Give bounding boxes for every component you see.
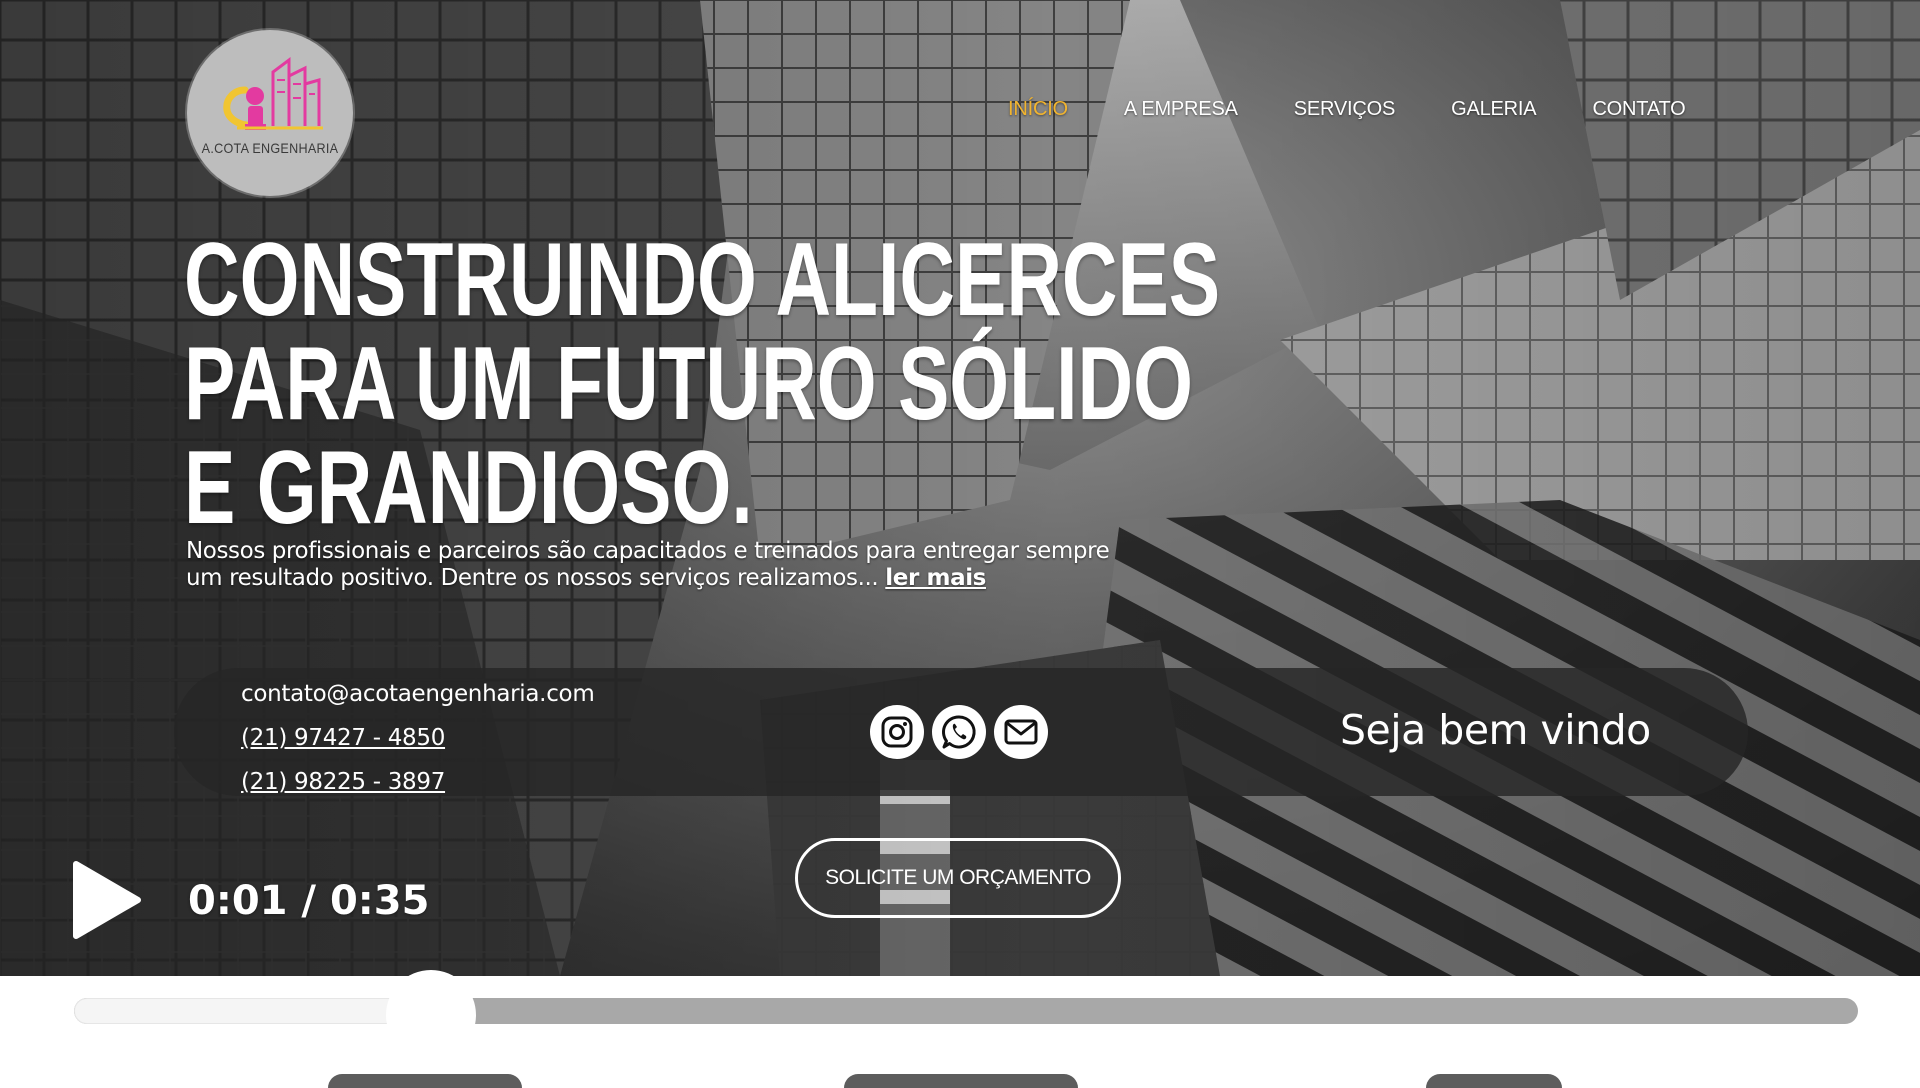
main-nav: INÍCIO A EMPRESA SERVIÇOS GALERIA CONTAT… [1008,98,1686,121]
email-button[interactable] [994,705,1048,759]
play-button[interactable] [72,860,142,944]
nav-item-servicos[interactable]: SERVIÇOS [1294,98,1396,121]
instagram-button[interactable] [870,705,924,759]
read-more-link[interactable]: ler mais [885,565,986,591]
play-icon [73,861,141,939]
logo-text: A.COTA ENGENHARIA [201,140,339,156]
hero-intro: Nossos profissionais e parceiros são cap… [186,538,1146,592]
nav-item-a-empresa[interactable]: A EMPRESA [1124,98,1238,121]
company-logo[interactable]: A.COTA ENGENHARIA [187,30,353,196]
social-links [870,705,1048,759]
headline-line-2: PARA UM FUTURO SÓLIDO [184,326,1193,442]
contact-info: contato@acotaengenharia.com (21) 97427 -… [241,672,595,804]
video-progress-thumb[interactable] [385,970,476,1060]
contact-email[interactable]: contato@acotaengenharia.com [241,672,595,716]
service-card-top-1 [328,1074,522,1088]
welcome-text: Seja bem vindo [1340,706,1651,754]
whatsapp-icon [942,715,976,749]
logo-mark-icon [223,57,323,130]
instagram-icon [881,716,913,748]
contact-phone-1[interactable]: (21) 97427 - 4850 [241,716,594,760]
video-time: 0:01 / 0:35 [188,878,430,924]
nav-item-contato[interactable]: CONTATO [1592,98,1685,121]
video-progress-played [74,998,431,1024]
contact-phone-2[interactable]: (21) 98225 - 3897 [241,760,594,804]
hero-headline: CONSTRUINDO ALICERCES PARA UM FUTURO SÓL… [184,228,1220,540]
mail-icon [1004,719,1038,745]
request-quote-button[interactable]: SOLICITE UM ORÇAMENTO [795,838,1121,918]
service-card-top-3 [1426,1074,1562,1088]
service-card-top-2 [844,1074,1078,1088]
nav-item-inicio[interactable]: INÍCIO [1008,98,1068,121]
whatsapp-button[interactable] [932,705,986,759]
headline-line-3: E GRANDIOSO. [184,430,753,546]
headline-line-1: CONSTRUINDO ALICERCES [184,222,1221,338]
nav-item-galeria[interactable]: GALERIA [1451,98,1537,121]
